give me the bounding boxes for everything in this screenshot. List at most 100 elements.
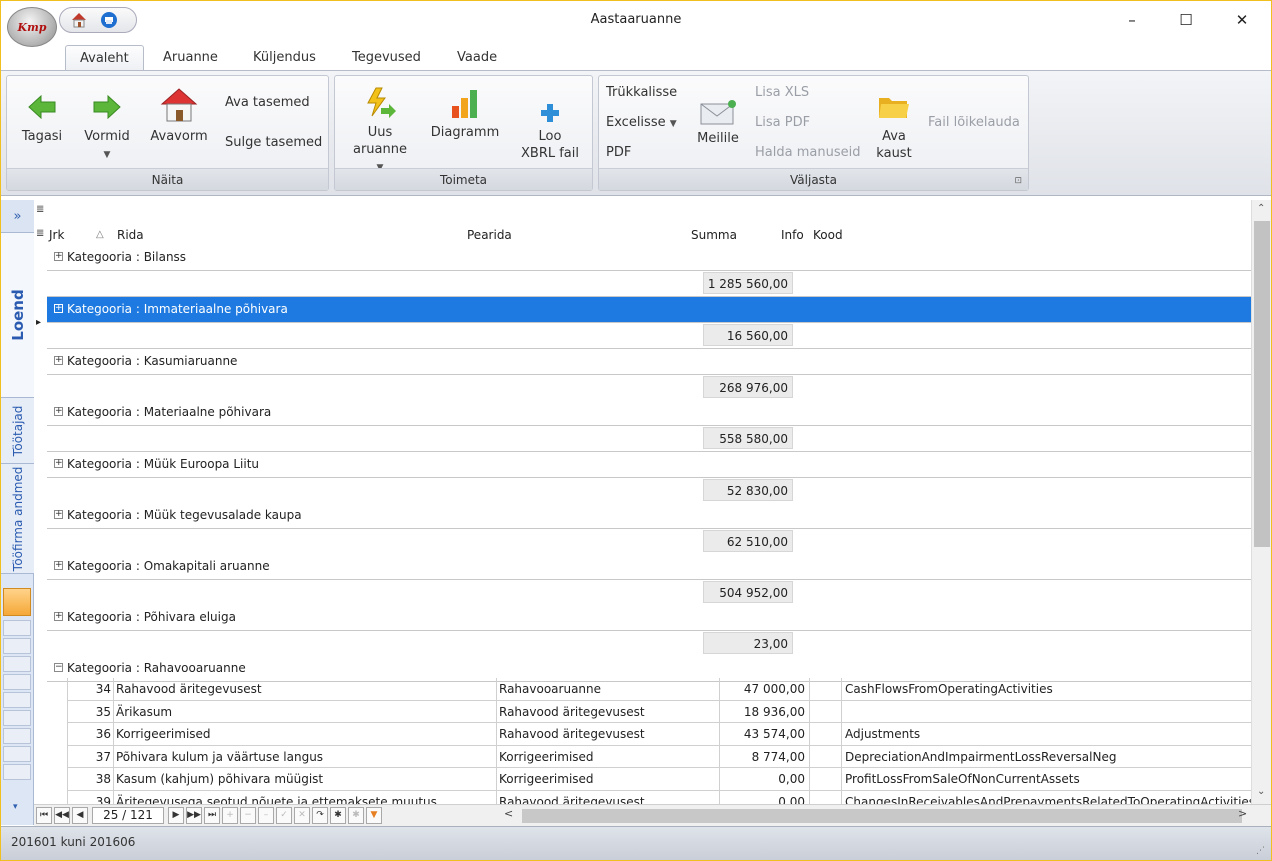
expand-sidebar-button[interactable]: » [1,200,34,233]
maximize-button[interactable]: ☐ [1163,1,1209,39]
remove-button[interactable]: – [258,807,274,824]
sidebar-cell[interactable] [3,620,31,636]
vertical-scrollbar[interactable]: ⌃ ⌄ [1251,200,1271,804]
group-row[interactable]: + Kategooria : Omakapitali aruanne [47,554,1251,580]
close-button[interactable]: ✕ [1219,1,1265,39]
group-row[interactable]: + Kategooria : Põhivara eluiga [47,605,1251,631]
table-row[interactable]: 37 Põhivara kulum ja väärtuse langus Kor… [67,745,1251,768]
column-header-rida[interactable]: Rida [117,225,144,245]
collapse-icon[interactable]: − [54,663,63,672]
sidebar-tab-tootajad-label: Töötajad [10,405,25,456]
tab-aruanne[interactable]: Aruanne [149,45,232,71]
group-panel-icon[interactable]: ≣ [36,204,44,215]
sidebar-cell[interactable] [3,764,31,780]
expand-icon[interactable]: + [54,612,63,621]
scroll-right-icon[interactable]: > [1238,807,1247,820]
tab-tegevused[interactable]: Tegevused [338,45,435,71]
vormid-button[interactable]: Vormid ▼ [79,90,135,164]
next-page-button[interactable]: ▶▶ [186,807,202,824]
group-row[interactable]: + Kategooria : Müük tegevusalade kaupa [47,503,1251,529]
column-header-kood[interactable]: Kood [813,225,843,245]
sulge-tasemed-button[interactable]: Sulge tasemed [225,135,322,150]
cancel-edit-button[interactable]: ✕ [294,807,310,824]
column-header-summa[interactable]: Summa [691,225,737,245]
group-row[interactable]: + Kategooria : Müük Euroopa Liitu [47,452,1251,478]
loo-xbrl-button[interactable]: Loo XBRL fail [515,102,585,162]
end-edit-button[interactable]: ✓ [276,807,292,824]
sidebar-scroll-down-icon[interactable]: ▾ [13,802,18,812]
sidebar-cell[interactable] [3,692,31,708]
column-header-jrk[interactable]: Jrk [49,225,64,245]
column-header-pearida[interactable]: Pearida [467,225,512,245]
sidebar-cell[interactable] [3,638,31,654]
table-row[interactable]: 38 Kasum (kahjum) põhivara müügist Korri… [67,768,1251,791]
excelisse-button[interactable]: Excelisse ▼ [606,115,677,130]
next-record-button[interactable]: ▶ [168,807,184,824]
expand-icon[interactable]: + [54,304,63,313]
sidebar-cell[interactable] [3,728,31,744]
first-record-button[interactable]: ⏮ [36,807,52,824]
sidebar-tab-tootajad[interactable]: Töötajad [1,398,34,464]
tab-vaade[interactable]: Vaade [443,45,511,71]
bookmark-button[interactable]: ✱ [330,807,346,824]
expand-icon[interactable]: + [54,356,63,365]
previous-record-button[interactable]: ◀ [72,807,88,824]
goto-bookmark-button[interactable]: ✱ [348,807,364,824]
append-record-button[interactable]: + [222,807,238,824]
previous-page-button[interactable]: ◀◀ [54,807,70,824]
fail-loikelauda-button[interactable]: Fail lõikelauda [928,115,1020,130]
refresh-button[interactable]: ↷ [312,807,328,824]
last-record-button[interactable]: ⏭ [204,807,220,824]
sidebar-cell[interactable] [3,656,31,672]
tab-kuljendus[interactable]: Küljendus [239,45,330,71]
sidebar-cell[interactable] [3,710,31,726]
diagramm-button[interactable]: Diagramm [427,86,503,141]
expand-icon[interactable]: + [54,252,63,261]
record-position[interactable]: 25 / 121 [92,807,164,824]
meilile-button[interactable]: Meilile [691,98,745,147]
delete-record-button[interactable]: − [240,807,256,824]
lisa-xls-button[interactable]: Lisa XLS [755,85,809,100]
table-row[interactable]: 36 Korrigeerimised Rahavood äritegevuses… [67,723,1251,746]
trukkalisse-button[interactable]: Trükkalisse [606,85,677,100]
lisa-pdf-button[interactable]: Lisa PDF [755,115,810,130]
expand-icon[interactable]: + [54,561,63,570]
scroll-left-icon[interactable]: < [504,807,513,820]
scroll-up-icon[interactable]: ⌃ [1257,203,1265,214]
sidebar-cell[interactable] [3,746,31,762]
column-chooser-icon[interactable]: ≣ [36,228,44,239]
column-header-info[interactable]: Info [781,225,804,245]
group-row[interactable]: + Kategooria : Bilanss [47,245,1251,271]
table-row[interactable]: 35 Ärikasum Rahavood äritegevusest 18 93… [67,700,1251,723]
scroll-thumb[interactable] [1254,221,1270,547]
filter-icon[interactable]: ▼ [366,807,382,824]
avavorm-button[interactable]: Avavorm [147,86,211,145]
horizontal-scroll-thumb[interactable] [522,809,1242,823]
group-row[interactable]: + Kategooria : Materiaalne põhivara [47,400,1251,426]
sidebar-cell[interactable] [3,674,31,690]
group-row[interactable]: + Kategooria : Immateriaalne põhivara [47,297,1251,323]
sidebar-highlight-cell[interactable] [3,588,31,616]
table-row[interactable]: 34 Rahavood äritegevusest Rahavooaruanne… [67,678,1251,701]
expand-icon[interactable]: + [54,459,63,468]
ava-kaust-button[interactable]: Ava kaust [871,90,917,162]
group-row[interactable]: + Kategooria : Kasumiaruanne [47,349,1251,375]
expand-icon[interactable]: + [54,407,63,416]
minimize-button[interactable]: – [1109,1,1155,39]
cell-info [810,768,842,790]
halda-manuseid-button[interactable]: Halda manuseid [755,145,860,160]
table-row[interactable]: 39 Äritegevusega seotud nõuete ja ettema… [67,790,1251,804]
ava-tasemed-button[interactable]: Ava tasemed [225,95,310,110]
app-menu-button[interactable]: Kmp [7,7,57,47]
tagasi-button[interactable]: Tagasi [17,90,67,145]
tab-avaleht[interactable]: Avaleht [65,45,144,71]
dialog-launcher-icon[interactable]: ⊡ [1014,176,1022,186]
uus-aruanne-button[interactable]: Uusaruanne ▼ [351,86,409,177]
scroll-down-icon[interactable]: ⌄ [1257,786,1265,797]
pdf-button[interactable]: PDF [606,145,631,160]
resize-grip-icon[interactable]: ⋰ [1256,846,1265,856]
sidebar-tab-loend[interactable]: Loend [1,233,34,398]
sidebar-tab-toofirma[interactable]: Tööfirma andmed [1,464,34,574]
expand-icon[interactable]: + [54,510,63,519]
group-naita: Tagasi Vormid ▼ Avavorm Ava tasemed Sulge… [6,75,329,191]
